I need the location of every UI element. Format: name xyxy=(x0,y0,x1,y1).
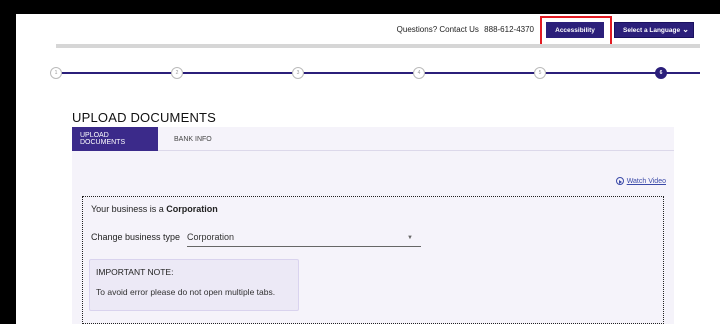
step-6: 6 xyxy=(655,67,667,79)
page-title: UPLOAD DOCUMENTS xyxy=(72,110,217,125)
upload-panel: UPLOAD DOCUMENTS BANK INFO Watch Video Y… xyxy=(72,127,674,324)
chevron-down-icon: ⌄ xyxy=(682,25,689,34)
business-section: Your business is a Corporation Change bu… xyxy=(82,196,664,324)
tab-bar: UPLOAD DOCUMENTS BANK INFO xyxy=(72,127,674,151)
business-type: Corporation xyxy=(166,204,218,214)
business-type-select[interactable]: Corporation ▼ xyxy=(187,228,421,247)
note-heading: IMPORTANT NOTE: xyxy=(96,267,174,277)
business-prefix: Your business is a xyxy=(91,204,164,214)
phone-number[interactable]: 888-612-4370 xyxy=(484,25,534,34)
business-type-select-value: Corporation xyxy=(187,232,235,242)
caret-down-icon: ▼ xyxy=(407,235,413,241)
watch-video-label: Watch Video xyxy=(626,177,666,185)
language-select[interactable]: Select a Language ⌄ xyxy=(614,22,694,38)
step-3: 3 xyxy=(292,67,304,79)
tab-bank-info[interactable]: BANK INFO xyxy=(166,127,220,151)
business-type-statement: Your business is a Corporation xyxy=(91,204,218,214)
header-divider xyxy=(56,44,700,48)
step-2: 2 xyxy=(171,67,183,79)
step-1: 1 xyxy=(50,67,62,79)
page: Questions? Contact Us 888-612-4370 Acces… xyxy=(16,14,720,324)
stepper-line xyxy=(56,72,700,74)
contact-info: Questions? Contact Us 888-612-4370 xyxy=(397,25,534,34)
watch-video-link[interactable]: Watch Video xyxy=(615,177,666,185)
change-business-type-label: Change business type xyxy=(91,232,181,242)
contact-text: Questions? Contact Us xyxy=(396,25,479,34)
play-icon xyxy=(615,177,624,185)
note-text: To avoid error please do not open multip… xyxy=(96,287,276,297)
step-4: 4 xyxy=(413,67,425,79)
progress-stepper: 1 2 3 4 5 6 xyxy=(50,66,708,80)
language-select-label: Select a Language xyxy=(623,26,681,34)
top-bar: Questions? Contact Us 888-612-4370 Acces… xyxy=(16,14,720,46)
highlight-box xyxy=(540,16,612,46)
important-note: IMPORTANT NOTE: To avoid error please do… xyxy=(89,259,299,311)
tab-upload-documents[interactable]: UPLOAD DOCUMENTS xyxy=(72,127,158,151)
step-5: 5 xyxy=(534,67,546,79)
